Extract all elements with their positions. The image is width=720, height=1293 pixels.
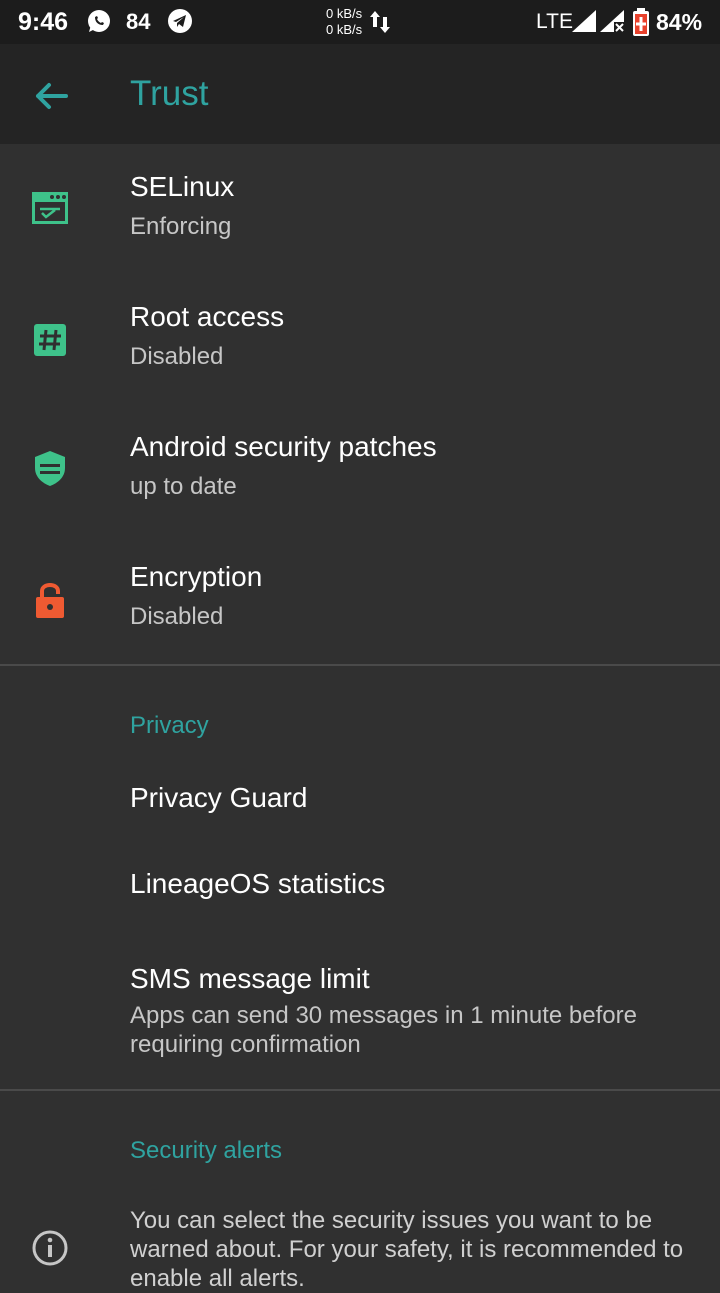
encryption-item[interactable]: Encryption Disabled xyxy=(0,536,720,664)
info-icon xyxy=(32,1230,68,1266)
app-bar: Trust xyxy=(0,44,720,144)
encryption-title: Encryption xyxy=(130,561,263,592)
signal-icon xyxy=(572,10,596,32)
status-time: 9:46 xyxy=(18,8,69,36)
lineageos-statistics-item[interactable]: LineageOS statistics xyxy=(0,842,720,930)
whatsapp-icon xyxy=(88,10,110,32)
selinux-item[interactable]: SELinux Enforcing xyxy=(0,146,720,276)
signal-no-service-icon xyxy=(600,10,624,32)
selinux-icon xyxy=(32,192,68,224)
security-patches-title: Android security patches xyxy=(130,431,437,462)
notification-count: 84 xyxy=(126,9,151,34)
telegram-icon xyxy=(168,9,192,33)
root-access-status: Disabled xyxy=(130,343,224,370)
network-type: LTE xyxy=(536,10,573,33)
selinux-status: Enforcing xyxy=(130,213,232,240)
hash-icon xyxy=(34,324,66,356)
divider xyxy=(0,1089,720,1091)
download-speed: 0 kB/s xyxy=(326,22,363,37)
page-title: Trust xyxy=(130,74,209,113)
divider xyxy=(0,664,720,666)
selinux-title: SELinux xyxy=(130,171,235,202)
root-access-title: Root access xyxy=(130,301,285,332)
data-activity-icon xyxy=(370,11,390,33)
battery-charging-icon xyxy=(633,8,649,36)
back-arrow-icon[interactable] xyxy=(22,74,78,118)
sms-limit-description: Apps can send 30 messages in 1 minute be… xyxy=(130,1002,637,1058)
network-speed: 0 kB/s 0 kB/s xyxy=(326,6,362,38)
battery-percent: 84% xyxy=(656,9,703,35)
status-bar: 9:46 84 0 kB/s 0 kB/s LTE 84% xyxy=(0,0,720,44)
root-access-item[interactable]: Root access Disabled xyxy=(0,276,720,406)
lock-icon xyxy=(36,583,64,618)
security-alerts-section-header: Security alerts xyxy=(130,1137,283,1164)
privacy-guard-item[interactable]: Privacy Guard xyxy=(0,756,720,842)
encryption-status: Disabled xyxy=(130,603,224,630)
privacy-guard-title: Privacy Guard xyxy=(130,782,308,813)
sms-limit-item[interactable]: SMS message limit Apps can send 30 messa… xyxy=(0,930,720,1088)
sms-limit-title: SMS message limit xyxy=(130,963,370,994)
security-patches-status: up to date xyxy=(130,473,237,500)
upload-speed: 0 kB/s xyxy=(326,6,363,21)
lineageos-statistics-title: LineageOS statistics xyxy=(130,868,386,899)
security-patches-item[interactable]: Android security patches up to date xyxy=(0,406,720,536)
shield-icon xyxy=(35,451,65,486)
privacy-section-header: Privacy xyxy=(130,712,209,739)
